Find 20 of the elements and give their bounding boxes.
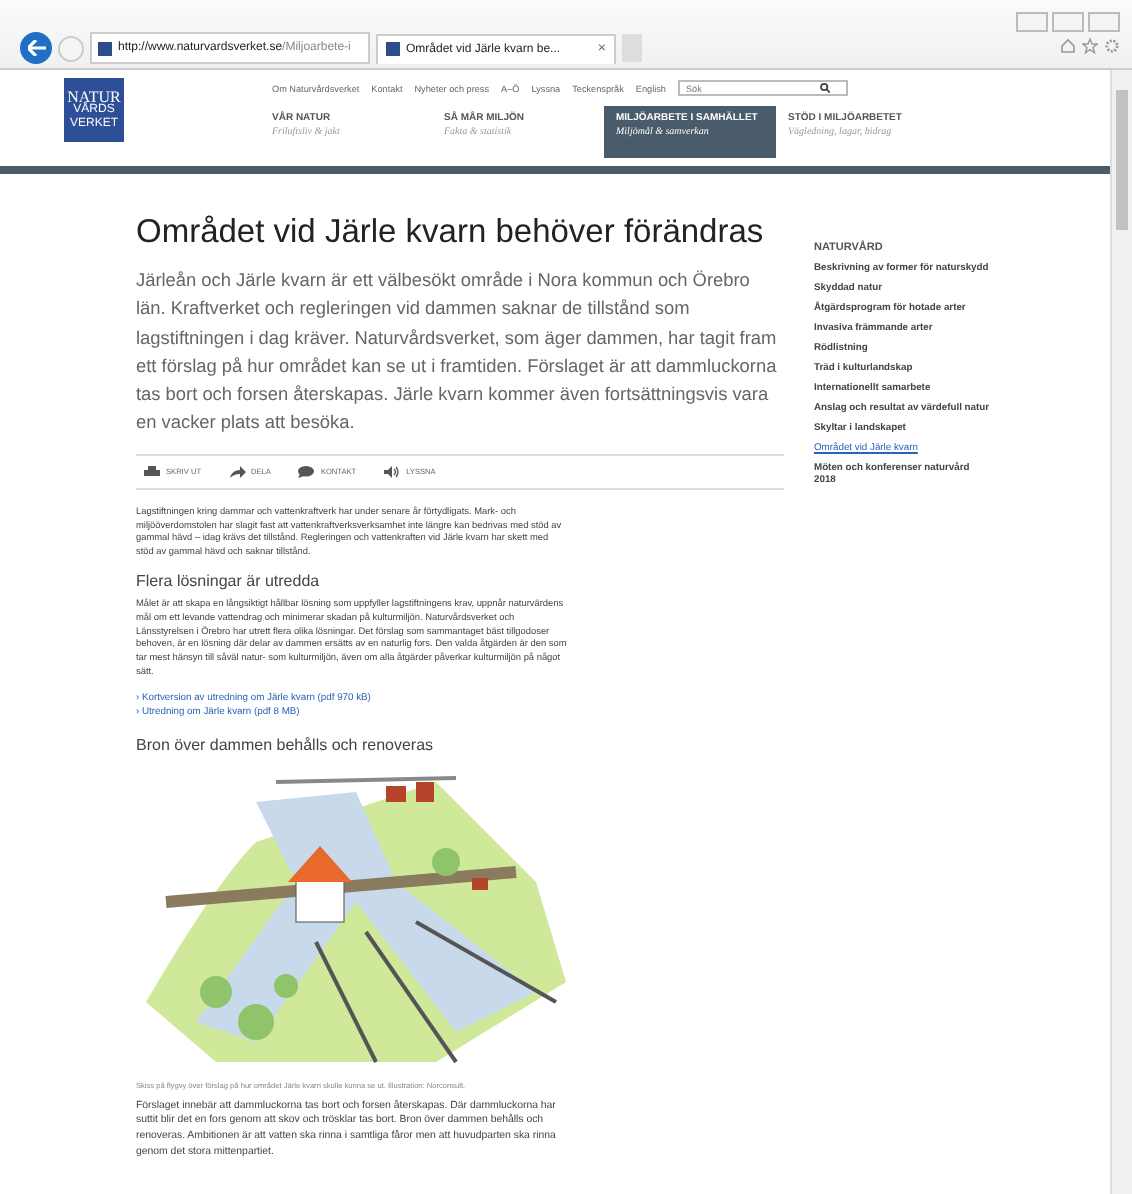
home-icon[interactable]	[1060, 38, 1076, 54]
settings-icon[interactable]	[1104, 38, 1120, 54]
star-icon[interactable]	[1082, 38, 1098, 54]
forward-button[interactable]	[58, 35, 84, 61]
printer-icon	[144, 465, 160, 478]
section-heading: Flera lösningar är utredda	[136, 571, 322, 590]
search-icon[interactable]	[819, 82, 830, 94]
back-button[interactable]	[20, 32, 52, 64]
intro-paragraph: Järleån och Järle kvarn är ett välbesökt område i Nora kommun och Örebro län. Kraftverket och regleringen vid dammen saknar de tillstånd som lagstiftningen i dag kräver. Naturvårdsverket, som äger dammen, har tagit fram ett förslag på hur området kan se ut i framtiden. Förslaget är att dammluckorna tas bort och forsen återskapas. Järle kvarn kommer även fortsättningsvis vara en vacker plats att besöka.	[136, 268, 779, 437]
speaker-icon	[384, 465, 401, 478]
scrollbar[interactable]	[1110, 70, 1132, 1194]
section-heading: Bron över dammen behålls och renoveras	[136, 735, 436, 754]
speech-bubble-icon	[298, 465, 315, 478]
article-title: Området vid Järle kvarn behöver förändras	[136, 214, 766, 252]
minimize-button[interactable]	[1016, 12, 1048, 32]
close-button[interactable]	[1088, 12, 1120, 32]
back-arrow-icon	[27, 40, 45, 56]
share-arrow-icon	[229, 465, 246, 478]
new-tab-button[interactable]	[622, 34, 642, 62]
maximize-button[interactable]	[1052, 12, 1084, 32]
